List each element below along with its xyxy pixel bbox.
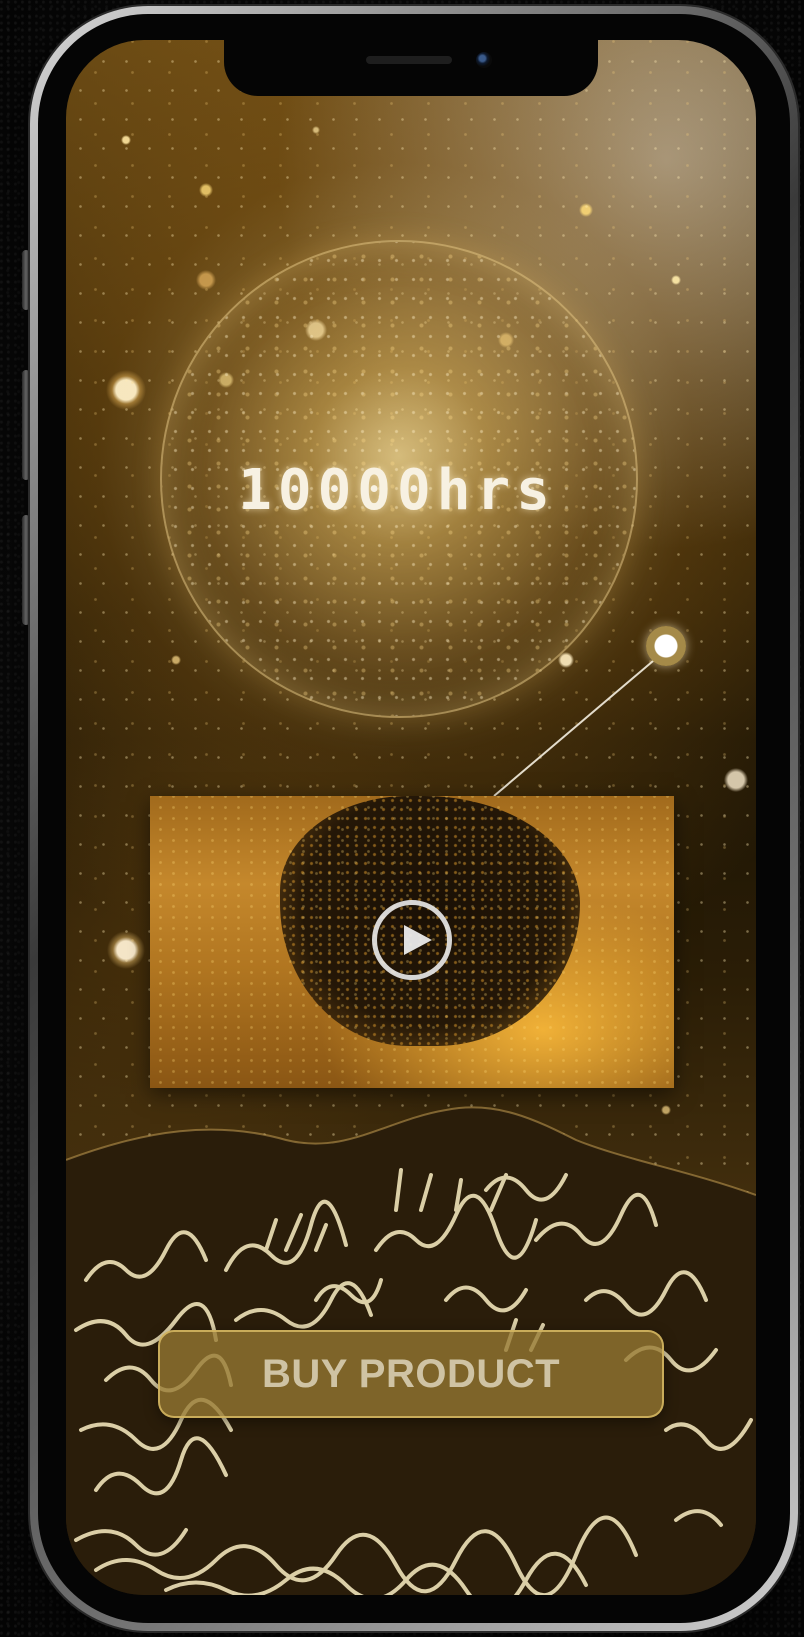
info-hotspot[interactable] [646,626,686,666]
buy-product-button[interactable]: BUY PRODUCT [158,1330,664,1418]
play-icon [404,925,432,955]
play-button[interactable] [372,900,452,980]
speaker-grille [366,56,452,64]
video-thumbnail[interactable] [150,796,674,1088]
hotspot-connector-line [493,649,667,797]
front-camera [476,52,492,68]
volume-down-button [22,515,30,625]
volume-up-button [22,370,30,480]
notch [224,40,598,96]
silent-switch [22,250,30,310]
headline-hours: 10000hrs [238,458,556,523]
buy-product-label: BUY PRODUCT [261,1351,561,1396]
app-screen: 10000hrs BUY PRODUCT [66,40,756,1595]
